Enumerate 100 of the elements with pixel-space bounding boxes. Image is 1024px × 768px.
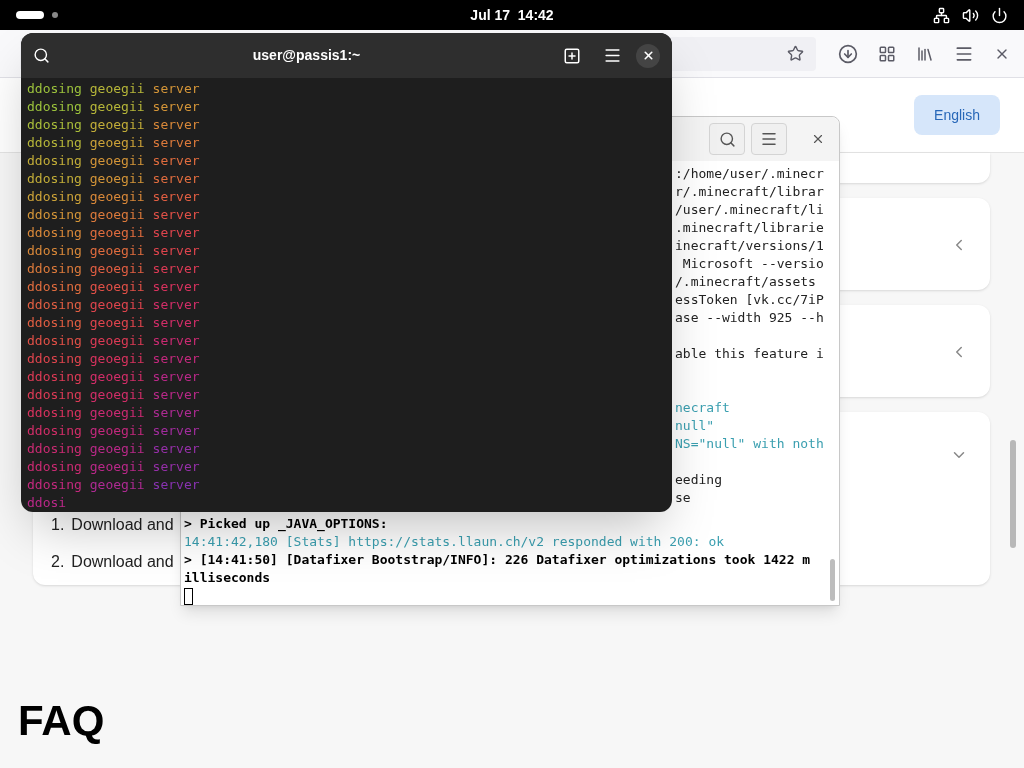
terminal-word: geoegii bbox=[89, 188, 145, 206]
terminal-word: server bbox=[152, 440, 200, 458]
step-number: 1. bbox=[51, 515, 65, 535]
terminal-word: server bbox=[152, 98, 200, 116]
step-number: 2. bbox=[51, 552, 65, 572]
download-icon[interactable] bbox=[838, 43, 858, 64]
terminal-line: necraft bbox=[675, 399, 731, 417]
terminal-word: ddosing bbox=[27, 458, 82, 476]
terminal-word: server bbox=[152, 314, 200, 332]
terminal-word: server bbox=[152, 386, 200, 404]
terminal-word: geoegii bbox=[89, 458, 145, 476]
grid-icon[interactable] bbox=[878, 44, 896, 63]
search-icon[interactable] bbox=[33, 47, 50, 64]
terminal-word: geoegii bbox=[89, 350, 145, 368]
terminal-word: geoegii bbox=[89, 152, 145, 170]
terminal-word: server bbox=[152, 476, 200, 494]
terminal-word: server bbox=[152, 170, 200, 188]
terminal-word: server bbox=[152, 278, 200, 296]
terminal-word: server bbox=[152, 368, 200, 386]
terminal-word: geoegii bbox=[89, 278, 145, 296]
close-icon bbox=[641, 49, 655, 62]
terminal-word: server bbox=[152, 152, 200, 170]
close-icon[interactable] bbox=[811, 132, 825, 146]
terminal-word: ddosing bbox=[27, 404, 82, 422]
terminal-word: ddosing bbox=[27, 278, 82, 296]
activities-indicator[interactable] bbox=[16, 11, 44, 19]
faq-heading: FAQ bbox=[18, 697, 105, 745]
terminal-word: server bbox=[152, 260, 200, 278]
terminal-word: geoegii bbox=[89, 260, 145, 278]
terminal-word: ddosing bbox=[27, 206, 82, 224]
terminal-line: Microsoft --versio bbox=[681, 255, 825, 273]
terminal-word: geoegii bbox=[89, 422, 145, 440]
step-text: Download and bbox=[71, 515, 174, 535]
terminal-word: geoegii bbox=[89, 224, 145, 242]
terminal-word: ddosing bbox=[27, 224, 82, 242]
new-tab-icon[interactable] bbox=[563, 46, 581, 65]
menu-icon bbox=[760, 130, 778, 148]
terminal-word: server bbox=[152, 80, 200, 98]
terminal-line: /user/.minecraft/li bbox=[675, 201, 825, 219]
terminal-word: server bbox=[152, 332, 200, 350]
terminal-word: ddosing bbox=[27, 260, 82, 278]
terminal-line: eeding bbox=[675, 471, 723, 489]
terminal-word: geoegii bbox=[89, 80, 145, 98]
terminal-word: geoegii bbox=[89, 242, 145, 260]
page-scrollbar[interactable] bbox=[1010, 440, 1016, 548]
clock[interactable]: Jul 17 14:42 bbox=[470, 4, 554, 26]
volume-icon[interactable] bbox=[962, 6, 979, 24]
terminal-word: geoegii bbox=[89, 440, 145, 458]
terminal-word: ddosing bbox=[27, 332, 82, 350]
terminal-word: geoegii bbox=[89, 476, 145, 494]
terminal-word: ddosing bbox=[27, 440, 82, 458]
terminal-word: ddosing bbox=[27, 80, 82, 98]
bookmark-star-icon[interactable] bbox=[787, 45, 804, 62]
search-button[interactable] bbox=[709, 123, 745, 155]
terminal-word: geoegii bbox=[89, 404, 145, 422]
network-icon[interactable] bbox=[933, 6, 950, 24]
terminal-word: ddosing bbox=[27, 188, 82, 206]
power-icon[interactable] bbox=[991, 6, 1008, 24]
close-button[interactable] bbox=[636, 43, 660, 68]
language-button[interactable]: English bbox=[914, 95, 1000, 135]
terminal-word: server bbox=[152, 458, 200, 476]
menu-icon[interactable] bbox=[603, 46, 622, 65]
terminal-word: geoegii bbox=[89, 332, 145, 350]
terminal-word: ddosing bbox=[27, 296, 82, 314]
terminal-word: ddosing bbox=[27, 386, 82, 404]
step-text: Download and bbox=[71, 552, 174, 572]
terminal-word: ddosing bbox=[27, 350, 82, 368]
terminal-word: geoegii bbox=[89, 368, 145, 386]
terminal-word: ddosi bbox=[27, 494, 67, 512]
terminal-word: server bbox=[152, 224, 200, 242]
terminal-word: server bbox=[152, 404, 200, 422]
terminal-word: ddosing bbox=[27, 422, 82, 440]
terminal-line: inecraft/versions/1 bbox=[675, 237, 825, 255]
terminal-scrollbar[interactable] bbox=[830, 559, 835, 601]
terminal-word: server bbox=[152, 242, 200, 260]
terminal-line: > [14:41:50] [Datafixer Bootstrap/INFO]: 226 Datafixer optimizations took 1422 m bbox=[184, 551, 812, 569]
terminal-word: geoegii bbox=[89, 314, 145, 332]
terminal-word: server bbox=[152, 116, 200, 134]
terminal-word: ddosing bbox=[27, 368, 82, 386]
library-icon[interactable] bbox=[916, 44, 934, 63]
terminal-line: /.minecraft/assets bbox=[675, 273, 817, 291]
terminal-word: ddosing bbox=[27, 242, 82, 260]
terminal-line: > Picked up _JAVA_OPTIONS: bbox=[184, 515, 389, 533]
terminal-word: geoegii bbox=[89, 206, 145, 224]
terminal-line: ase --width 925 --h bbox=[675, 309, 825, 327]
terminal-line: :/home/user/.minecr bbox=[675, 165, 825, 183]
terminal-word: ddosing bbox=[27, 116, 82, 134]
search-icon bbox=[718, 130, 736, 148]
terminal-word: ddosing bbox=[27, 314, 82, 332]
terminal-line: se bbox=[675, 489, 692, 507]
terminal-word: server bbox=[152, 206, 200, 224]
terminal-word: server bbox=[152, 422, 200, 440]
terminal-word: server bbox=[152, 134, 200, 152]
menu-button[interactable] bbox=[751, 123, 787, 155]
terminal-word: server bbox=[152, 296, 200, 314]
terminal-line: .minecraft/librarie bbox=[675, 219, 825, 237]
terminal-word: geoegii bbox=[89, 386, 145, 404]
terminal-line: r/.minecraft/librar bbox=[675, 183, 825, 201]
terminal-word: geoegii bbox=[89, 98, 145, 116]
terminal-word: geoegii bbox=[89, 170, 145, 188]
